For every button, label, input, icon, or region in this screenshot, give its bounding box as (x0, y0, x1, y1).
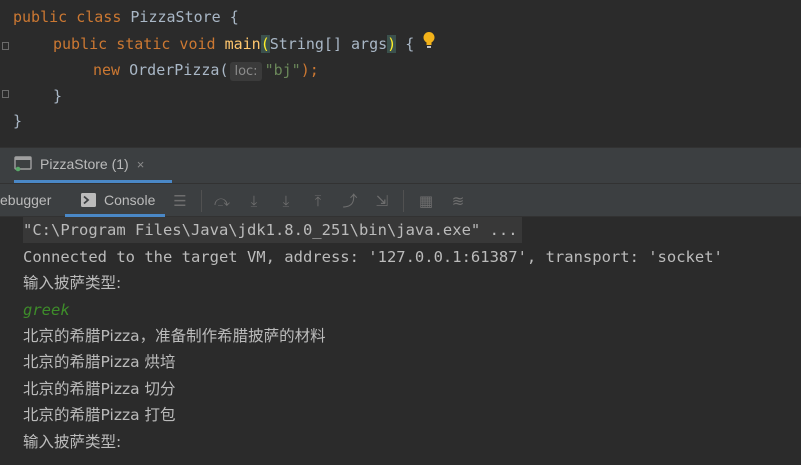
console-icon (81, 193, 96, 207)
step-over-icon[interactable]: ⤓ (244, 191, 264, 211)
code-line-1: public class PizzaStore { (13, 5, 239, 29)
fold-marker-icon[interactable] (2, 42, 9, 50)
run-to-cursor-icon[interactable]: ⇲ (372, 191, 392, 211)
trace-icon[interactable]: ≋ (448, 191, 468, 211)
paren: ) (387, 35, 397, 53)
tab-console-label: Console (104, 192, 156, 208)
string-literal: "bj" (264, 61, 301, 79)
step-into-icon[interactable]: ⤓ (276, 191, 296, 211)
close-icon[interactable]: × (137, 157, 145, 172)
step-out-icon[interactable]: ⤒ (308, 191, 328, 211)
console-prompt-line: 输入披萨类型: (23, 274, 122, 292)
console-output-line: 北京的希腊Pizza 打包 (23, 406, 176, 424)
debug-toolbar: ebugger Console ☰ ⤼ ⤓ ⤓ ⤒ ⤴ ⇲ ▦ ≋ (0, 183, 801, 217)
console-output[interactable]: "C:\Program Files\Java\jdk1.8.0_251\bin\… (0, 217, 801, 465)
brace: { (220, 8, 239, 26)
code-line-2: public static void main(String[] args) { (53, 32, 414, 56)
console-prompt-line: 输入披萨类型: (23, 433, 122, 451)
tab-console[interactable]: Console (65, 184, 165, 217)
run-tab-pizzastore[interactable]: PizzaStore (1) × (14, 148, 172, 183)
keyword: public class (13, 8, 131, 26)
keyword: public static void (53, 35, 225, 53)
drop-frame-icon[interactable]: ⤴ (340, 191, 360, 211)
class-name: PizzaStore (130, 8, 221, 26)
show-execution-point-icon[interactable]: ⤼ (212, 191, 232, 211)
brace: { (396, 35, 415, 53)
console-connected-line: Connected to the target VM, address: '12… (23, 248, 723, 266)
class-name: OrderPizza (129, 61, 220, 79)
method-name: main (224, 35, 261, 53)
console-user-input: greek (23, 301, 70, 319)
code-line-5: } (13, 112, 23, 130)
evaluate-expression-icon[interactable]: ▦ (416, 191, 436, 211)
console-output-line: 北京的希腊Pizza 切分 (23, 380, 176, 398)
console-command-line: "C:\Program Files\Java\jdk1.8.0_251\bin\… (23, 217, 522, 243)
tab-debugger[interactable]: ebugger (0, 184, 51, 217)
punctuation: ); (300, 61, 319, 79)
lightbulb-icon[interactable] (422, 31, 436, 49)
console-output-line: 北京的希腊Pizza，准备制作希腊披萨的材料 (23, 327, 326, 345)
code-line-3: new OrderPizza(loc: "bj"); (93, 58, 319, 82)
run-tab-label: PizzaStore (1) (40, 156, 129, 172)
params: String[] args (269, 35, 388, 53)
run-tool-window-header: PizzaStore (1) × (0, 147, 801, 183)
paren: ( (219, 61, 229, 79)
console-output-line: 北京的希腊Pizza 烘培 (23, 353, 176, 371)
fold-marker-icon[interactable] (2, 90, 9, 98)
parameter-hint: loc: (230, 62, 262, 81)
paren: ( (260, 35, 270, 53)
code-line-4: } (53, 87, 63, 105)
menu-icon[interactable]: ☰ (170, 191, 190, 211)
code-editor[interactable]: public class PizzaStore { public static … (0, 0, 801, 147)
run-config-icon (14, 155, 32, 173)
keyword: new (93, 61, 130, 79)
